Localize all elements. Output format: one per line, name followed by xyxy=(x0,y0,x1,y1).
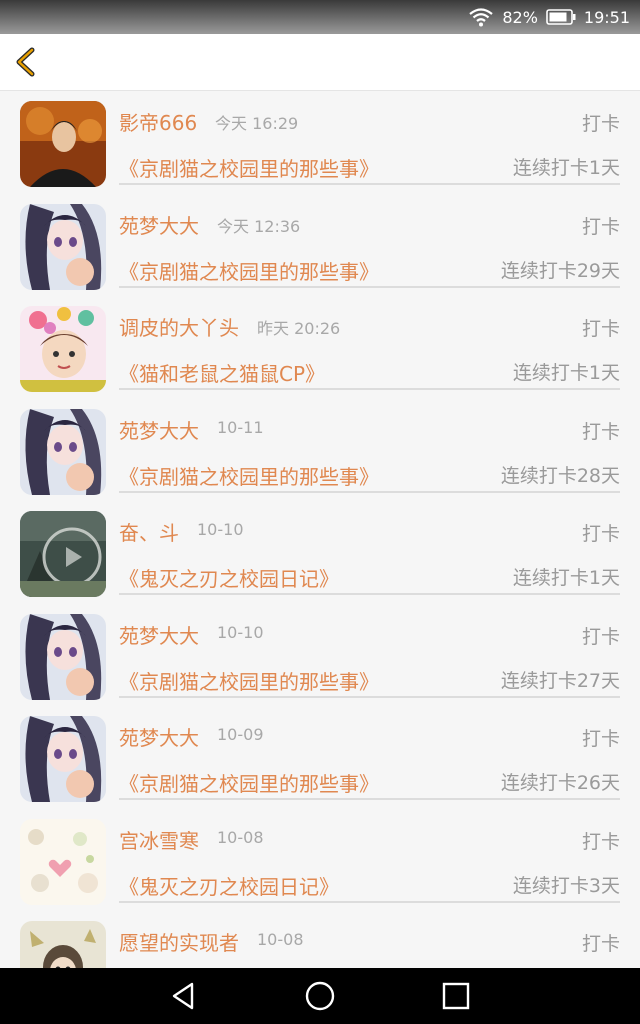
list-item[interactable]: 苑梦大大 今天 12:36 打卡《京剧猫之校园里的那些事》 连续打卡29天 xyxy=(0,194,640,297)
row-divider xyxy=(119,388,620,390)
battery-percent: 82% xyxy=(502,7,538,27)
checkin-label: 打卡 xyxy=(581,830,620,853)
user-name[interactable]: 奋、斗 xyxy=(119,517,179,546)
streak-count: 连续打卡26天 xyxy=(500,772,620,794)
chevron-left-icon xyxy=(16,47,35,77)
avatar[interactable] xyxy=(20,203,106,290)
recents-square-icon[interactable] xyxy=(440,980,472,1012)
book-title-link[interactable]: 《京剧猫之校园里的那些事》 xyxy=(119,666,379,695)
book-title-link[interactable]: 《猫和老鼠之猫鼠CP》 xyxy=(119,358,325,387)
avatar[interactable] xyxy=(20,921,106,968)
book-title-link[interactable]: 《京剧猫之校园里的那些事》 xyxy=(119,256,379,285)
checkin-label: 打卡 xyxy=(581,318,620,340)
status-indicators: 82% 19:51 xyxy=(468,0,630,34)
checkin-label: 打卡 xyxy=(581,933,620,955)
list-item[interactable]: 苑梦大大 10-09 打卡《京剧猫之校园里的那些事》 连续打卡26天 xyxy=(0,706,640,809)
row-divider xyxy=(119,798,620,800)
avatar[interactable] xyxy=(20,716,106,802)
checkin-time: 今天 12:36 xyxy=(217,216,301,236)
user-name[interactable]: 苑梦大大 xyxy=(119,722,199,751)
streak-count: 连续打卡27天 xyxy=(500,669,620,692)
clock: 19:51 xyxy=(583,7,630,27)
checkin-label: 打卡 xyxy=(581,113,620,135)
list-item[interactable]: 苑梦大大 10-11 打卡《京剧猫之校园里的那些事》 连续打卡28天 xyxy=(0,399,640,502)
checkin-time: 10-10 xyxy=(197,520,244,539)
book-title-link[interactable]: 《京剧猫之校园里的那些事》 xyxy=(119,461,379,490)
checkin-time: 10-08 xyxy=(217,827,264,847)
checkin-label: 打卡 xyxy=(581,420,620,443)
checkin-time: 10-09 xyxy=(217,725,264,744)
checkin-time: 今天 16:29 xyxy=(215,114,299,133)
checkin-time: 10-10 xyxy=(217,622,264,642)
top-bar xyxy=(0,34,640,91)
status-bar: 82% 19:51 xyxy=(0,0,640,34)
avatar[interactable] xyxy=(20,613,106,700)
checkin-time: 10-11 xyxy=(217,417,264,437)
avatar[interactable] xyxy=(20,511,106,597)
avatar[interactable] xyxy=(20,306,106,392)
checkin-time: 10-08 xyxy=(257,930,304,949)
avatar[interactable] xyxy=(20,101,106,187)
back-triangle-icon[interactable] xyxy=(168,980,200,1012)
avatar[interactable] xyxy=(20,408,106,495)
streak-count: 连续打卡29天 xyxy=(500,259,620,282)
user-name[interactable]: 苑梦大大 xyxy=(119,620,199,649)
row-divider xyxy=(119,593,620,595)
user-name[interactable]: 苑梦大大 xyxy=(119,415,199,444)
row-divider xyxy=(119,695,620,698)
wifi-icon xyxy=(468,7,494,27)
checkin-label: 打卡 xyxy=(581,728,620,750)
list-item[interactable]: 愿望的实现者 10-08 打卡 xyxy=(0,911,640,968)
row-divider xyxy=(119,285,620,288)
checkin-time: 昨天 20:26 xyxy=(257,319,341,338)
checkin-label: 打卡 xyxy=(581,625,620,648)
user-name[interactable]: 苑梦大大 xyxy=(119,210,199,239)
list-item[interactable]: 影帝666 今天 16:29 打卡《京剧猫之校园里的那些事》 连续打卡1天 xyxy=(0,91,640,194)
streak-count: 连续打卡1天 xyxy=(512,157,620,179)
checkin-label: 打卡 xyxy=(581,215,620,238)
book-title-link[interactable]: 《京剧猫之校园里的那些事》 xyxy=(119,153,379,182)
streak-count: 连续打卡1天 xyxy=(512,362,620,384)
user-name[interactable]: 宫冰雪寒 xyxy=(119,825,199,854)
streak-count: 连续打卡28天 xyxy=(500,464,620,487)
book-title-link[interactable]: 《鬼灭之刃之校园日记》 xyxy=(119,871,339,900)
book-title-link[interactable]: 《鬼灭之刃之校园日记》 xyxy=(119,563,339,592)
checkin-label: 打卡 xyxy=(581,523,620,545)
row-divider xyxy=(119,490,620,493)
list-item[interactable]: 宫冰雪寒 10-08 打卡《鬼灭之刃之校园日记》 连续打卡3天 xyxy=(0,809,640,912)
row-divider xyxy=(119,900,620,903)
list-item[interactable]: 苑梦大大 10-10 打卡《京剧猫之校园里的那些事》 连续打卡27天 xyxy=(0,604,640,707)
book-title-link[interactable]: 《京剧猫之校园里的那些事》 xyxy=(119,768,379,797)
user-name[interactable]: 愿望的实现者 xyxy=(119,927,239,956)
list-item[interactable]: 调皮的大丫头 昨天 20:26 打卡《猫和老鼠之猫鼠CP》 连续打卡1天 xyxy=(0,296,640,399)
battery-icon xyxy=(546,9,576,25)
user-name[interactable]: 调皮的大丫头 xyxy=(119,312,239,341)
streak-count: 连续打卡3天 xyxy=(512,874,620,897)
list-item[interactable]: 奋、斗 10-10 打卡《鬼灭之刃之校园日记》 连续打卡1天 xyxy=(0,501,640,604)
row-divider xyxy=(119,183,620,185)
user-name[interactable]: 影帝666 xyxy=(119,107,197,136)
checkin-list: 影帝666 今天 16:29 打卡 《京剧猫之校园里的那些事》 连续打卡1天 苑梦大大 今天… xyxy=(0,91,640,968)
navigation-bar xyxy=(0,968,640,1024)
back-button[interactable] xyxy=(10,44,46,80)
avatar[interactable] xyxy=(20,818,106,905)
home-circle-icon[interactable] xyxy=(304,980,336,1012)
streak-count: 连续打卡1天 xyxy=(512,567,620,589)
